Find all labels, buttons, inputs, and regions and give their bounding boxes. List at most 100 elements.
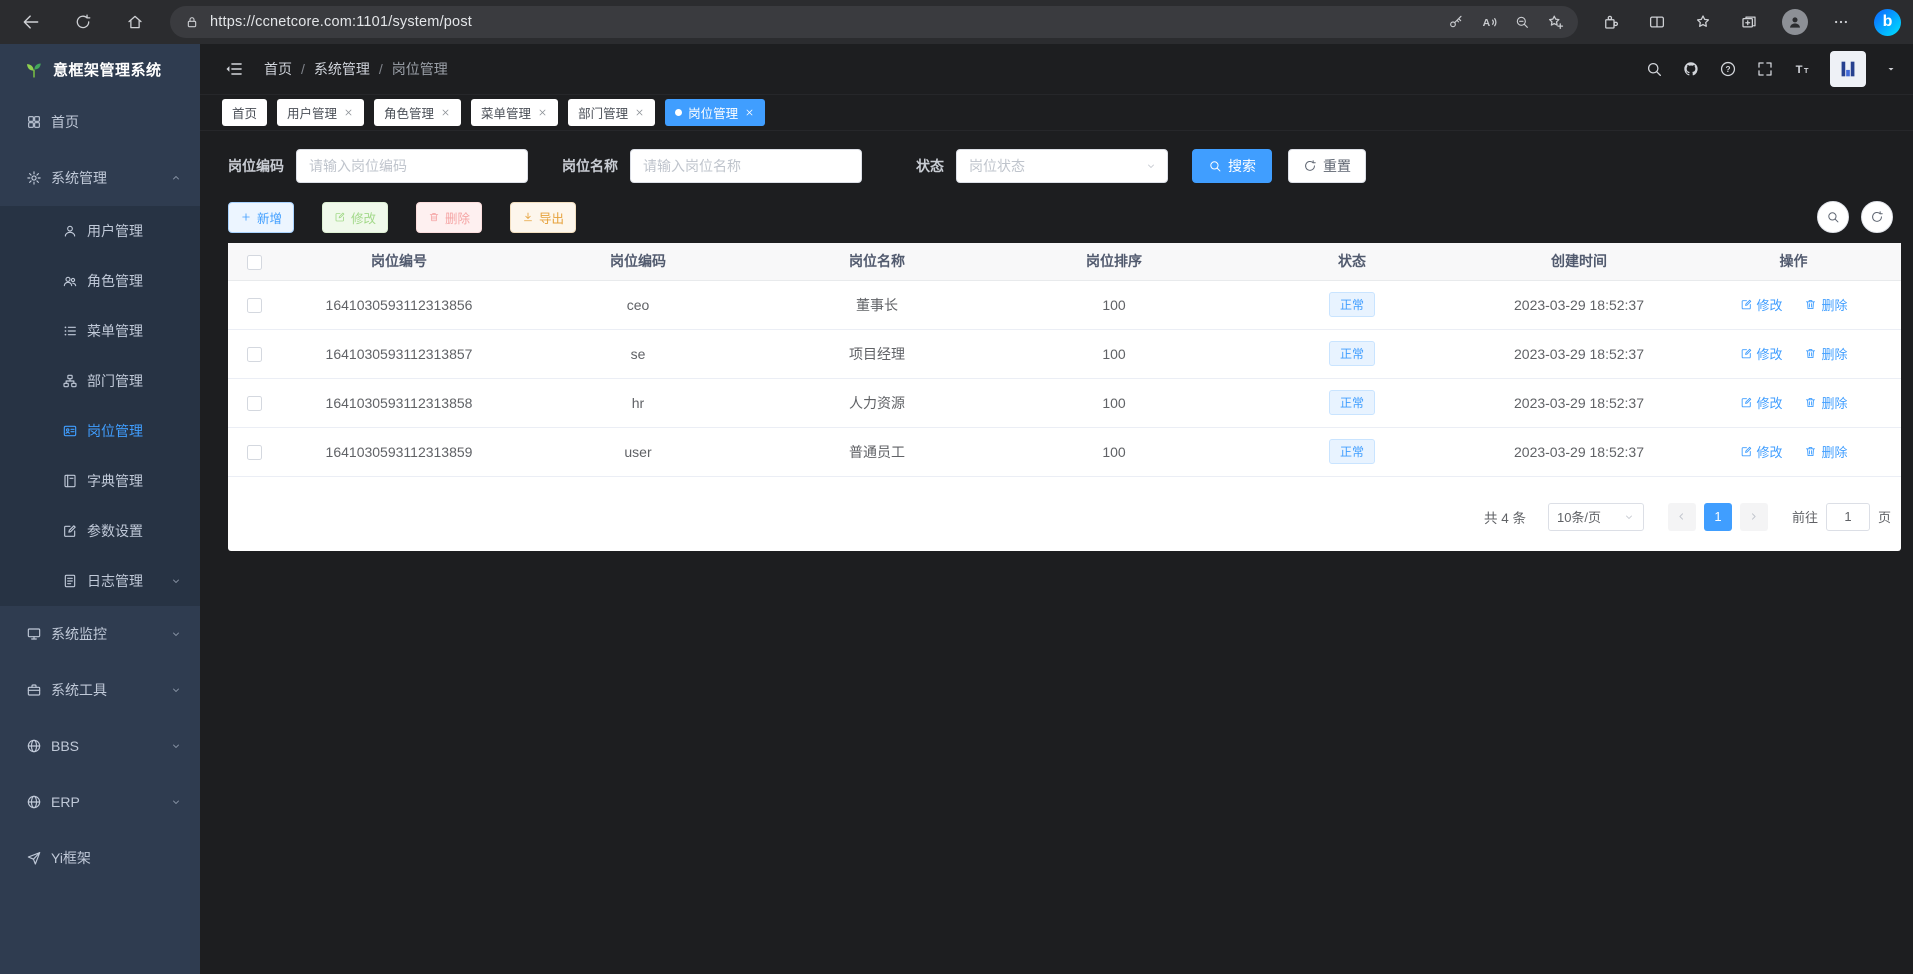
page-number-button[interactable]: 1	[1704, 503, 1732, 531]
github-link[interactable]	[1682, 60, 1700, 78]
tab-role-mgmt[interactable]: 角色管理	[374, 99, 461, 126]
row-checkbox[interactable]	[247, 396, 262, 411]
sidebar-item-dict-mgmt[interactable]: 字典管理	[0, 456, 200, 506]
next-page-button[interactable]	[1740, 503, 1768, 531]
sidebar-item-param-settings[interactable]: 参数设置	[0, 506, 200, 556]
row-checkbox[interactable]	[247, 298, 262, 313]
edit-icon	[334, 211, 346, 223]
url-text[interactable]: https://ccnetcore.com:1101/system/post	[210, 14, 1432, 30]
cell-created: 2023-03-29 18:52:37	[1472, 280, 1686, 329]
globe-icon	[26, 738, 42, 754]
sidebar-toggle-button[interactable]	[224, 59, 244, 79]
sidebar-item-bbs[interactable]: BBS	[0, 718, 200, 774]
close-icon[interactable]	[634, 107, 645, 118]
row-edit-link[interactable]: 修改	[1740, 295, 1783, 314]
add-button[interactable]: 新增	[228, 202, 294, 233]
page-size-select[interactable]: 10条/页	[1548, 503, 1644, 531]
close-icon[interactable]	[440, 107, 451, 118]
sidebar-item-log-mgmt[interactable]: 日志管理	[0, 556, 200, 606]
tab-dept-mgmt[interactable]: 部门管理	[568, 99, 655, 126]
row-edit-link[interactable]: 修改	[1740, 442, 1783, 461]
browser-home-button[interactable]	[116, 5, 154, 39]
fullscreen-button[interactable]	[1756, 60, 1774, 78]
cell-post-sort: 100	[996, 378, 1232, 427]
font-size-button[interactable]	[1793, 60, 1811, 78]
close-icon[interactable]	[744, 107, 755, 118]
sidebar-item-menu-mgmt[interactable]: 菜单管理	[0, 306, 200, 356]
close-icon[interactable]	[343, 107, 354, 118]
edit-button[interactable]: 修改	[322, 202, 388, 233]
tab-post-mgmt[interactable]: 岗位管理	[665, 99, 765, 126]
tab-home[interactable]: 首页	[222, 99, 267, 126]
search-form: 岗位编码 岗位名称 状态 岗位状态 搜索 重置	[228, 149, 1901, 183]
help-button[interactable]	[1719, 60, 1737, 78]
sidebar-item-system-mgmt[interactable]: 系统管理	[0, 150, 200, 206]
split-screen-button[interactable]	[1638, 5, 1676, 39]
sidebar-item-dept-mgmt[interactable]: 部门管理	[0, 356, 200, 406]
gear-icon	[26, 170, 42, 186]
row-edit-link[interactable]: 修改	[1740, 344, 1783, 363]
browser-menu-button[interactable]	[1822, 5, 1860, 39]
browser-back-button[interactable]	[12, 5, 50, 39]
app-title: 意框架管理系统	[53, 59, 162, 80]
sidebar-item-erp[interactable]: ERP	[0, 774, 200, 830]
browser-reload-button[interactable]	[64, 5, 102, 39]
row-delete-link[interactable]: 删除	[1804, 295, 1847, 314]
tab-user-mgmt[interactable]: 用户管理	[277, 99, 364, 126]
breadcrumb-system-mgmt[interactable]: 系统管理	[314, 59, 370, 79]
prev-page-button[interactable]	[1668, 503, 1696, 531]
export-button[interactable]: 导出	[510, 202, 576, 233]
header-search-button[interactable]	[1645, 60, 1663, 78]
edit-icon	[1740, 347, 1753, 360]
user-avatar[interactable]	[1830, 51, 1866, 87]
avatar-dropdown-caret[interactable]	[1885, 63, 1897, 75]
status-select[interactable]: 岗位状态	[956, 149, 1168, 183]
site-info-icon[interactable]	[184, 14, 200, 30]
row-checkbox[interactable]	[247, 445, 262, 460]
reset-button[interactable]: 重置	[1288, 149, 1366, 183]
delete-button[interactable]: 删除	[416, 202, 482, 233]
row-delete-link[interactable]: 删除	[1804, 344, 1847, 363]
read-aloud-icon[interactable]	[1480, 13, 1498, 31]
row-checkbox[interactable]	[247, 347, 262, 362]
col-status: 状态	[1232, 243, 1472, 280]
password-key-icon[interactable]	[1448, 14, 1464, 30]
favorites-icon	[1694, 13, 1712, 31]
row-delete-link[interactable]: 删除	[1804, 442, 1847, 461]
goto-page-input[interactable]	[1826, 503, 1870, 531]
table-header-row: 岗位编号 岗位编码 岗位名称 岗位排序 状态 创建时间 操作	[228, 243, 1901, 280]
cell-post-sort: 100	[996, 427, 1232, 476]
post-name-input[interactable]	[630, 149, 862, 183]
zoom-icon[interactable]	[1514, 14, 1530, 30]
cell-post-sort: 100	[996, 280, 1232, 329]
post-code-input[interactable]	[296, 149, 528, 183]
collections-button[interactable]	[1730, 5, 1768, 39]
tab-menu-mgmt[interactable]: 菜单管理	[471, 99, 558, 126]
sidebar-item-user-mgmt[interactable]: 用户管理	[0, 206, 200, 256]
sidebar-item-system-monitor[interactable]: 系统监控	[0, 606, 200, 662]
sidebar-item-home[interactable]: 首页	[0, 94, 200, 150]
status-badge: 正常	[1329, 292, 1375, 317]
leaf-logo-icon	[24, 59, 44, 79]
add-favorite-icon[interactable]	[1546, 13, 1564, 31]
row-edit-link[interactable]: 修改	[1740, 393, 1783, 412]
address-bar[interactable]: https://ccnetcore.com:1101/system/post	[170, 6, 1578, 38]
refresh-table-button[interactable]	[1861, 201, 1893, 233]
breadcrumb-home[interactable]: 首页	[264, 59, 292, 79]
page-unit-label: 页	[1878, 507, 1891, 526]
toggle-search-button[interactable]	[1817, 201, 1849, 233]
chevron-left-icon	[1675, 510, 1688, 523]
search-button[interactable]: 搜索	[1192, 149, 1272, 183]
profile-button[interactable]	[1776, 5, 1814, 39]
close-icon[interactable]	[537, 107, 548, 118]
sidebar-item-yi-framework[interactable]: Yi框架	[0, 830, 200, 886]
bing-button[interactable]: b	[1874, 9, 1901, 36]
favorites-button[interactable]	[1684, 5, 1722, 39]
download-icon	[522, 211, 534, 223]
sidebar-item-post-mgmt[interactable]: 岗位管理	[0, 406, 200, 456]
row-delete-link[interactable]: 删除	[1804, 393, 1847, 412]
select-all-checkbox[interactable]	[247, 255, 262, 270]
sidebar-item-system-tools[interactable]: 系统工具	[0, 662, 200, 718]
sidebar-item-role-mgmt[interactable]: 角色管理	[0, 256, 200, 306]
extensions-button[interactable]	[1592, 5, 1630, 39]
